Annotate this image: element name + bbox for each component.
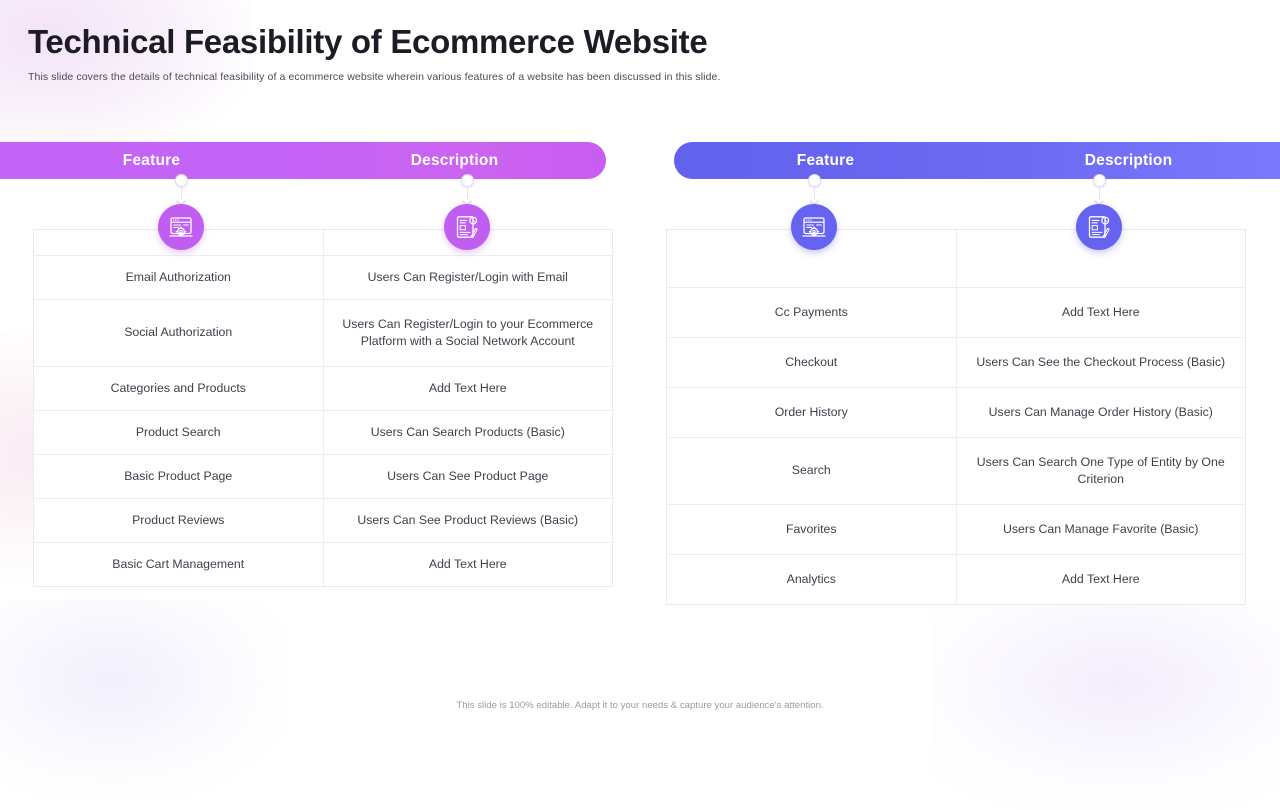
description-cell: Users Can Search Products (Basic) (323, 410, 613, 455)
table-row: Basic Cart Management Add Text Here (33, 542, 613, 587)
table-row: Social Authorization Users Can Register/… (33, 299, 613, 367)
feature-cell: Social Authorization (33, 299, 324, 367)
feature-cell: Search (666, 437, 957, 505)
description-cell: Users Can See Product Page (323, 454, 613, 499)
left-icon-row (0, 204, 606, 254)
table-row: Product Reviews Users Can See Product Re… (33, 498, 613, 543)
slide-footer-note: This slide is 100% editable. Adapt it to… (456, 700, 824, 711)
connector-dot-icon (460, 174, 474, 187)
description-cell: Users Can Manage Favorite (Basic) (956, 504, 1246, 555)
description-cell: Add Text Here (428, 556, 507, 571)
feature-cell: Basic Cart Management (33, 542, 324, 587)
description-cell: Users Can Register/Login to your Ecommer… (323, 299, 613, 367)
table-row: Search Users Can Search One Type of Enti… (666, 437, 1246, 505)
connector-dot-icon (1092, 174, 1106, 187)
feature-cell: Cc Payments (666, 287, 957, 338)
table-row: Email Authorization Users Can Register/L… (33, 255, 613, 300)
left-header-feature: Feature (122, 151, 181, 169)
right-feature-table: Cc Payments Add Text Here Checkout Users… (666, 229, 1246, 605)
document-report-icon (1076, 204, 1122, 250)
connector-dot-icon (174, 174, 188, 187)
right-feature-panel: Feature Description Cc Payments Add Text… (666, 142, 1280, 605)
table-row: Analytics Add Text Here (666, 554, 1246, 605)
feature-cell: Analytics (666, 554, 957, 605)
feature-cell: Order History (666, 387, 957, 438)
right-table-header-bar: Feature Description (674, 142, 1280, 179)
connector-dot-icon (807, 174, 821, 187)
table-row: Order History Users Can Manage Order His… (666, 387, 1246, 438)
table-row: Product Search Users Can Search Products… (33, 410, 613, 455)
right-icon-row (674, 204, 1280, 254)
description-cell: Users Can Manage Order History (Basic) (956, 387, 1246, 438)
left-feature-table: Email Authorization Users Can Register/L… (33, 229, 613, 587)
description-cell: Add Text Here (956, 287, 1246, 338)
description-cell: Add Text Here (323, 366, 613, 411)
feature-cell: Basic Product Page (33, 454, 324, 499)
feature-cell: Email Authorization (33, 255, 324, 300)
description-cell: Users Can See the Checkout Process (Basi… (956, 337, 1246, 388)
left-table-header-bar: Feature Description (0, 142, 606, 179)
right-header-feature: Feature (796, 151, 855, 169)
document-report-icon (444, 204, 490, 250)
description-cell: Users Can See Product Reviews (Basic) (323, 498, 613, 543)
page-subtitle: This slide covers the details of technic… (28, 70, 721, 83)
left-feature-panel: Feature Description Email Authorization … (0, 142, 613, 587)
page-title: Technical Feasibility of Ecommerce Websi… (28, 23, 708, 60)
description-cell: Users Can Register/Login with Email (323, 255, 613, 300)
feature-cell: Categories and Products (33, 366, 324, 411)
browser-gear-icon (158, 204, 204, 250)
left-header-description: Description (410, 151, 499, 169)
browser-gear-icon (791, 204, 837, 250)
description-cell: Users Can Search One Type of Entity by O… (956, 437, 1246, 505)
feature-cell: Product Search (33, 410, 324, 455)
slide-header: Technical Feasibility of Ecommerce Websi… (0, 0, 1280, 83)
feature-cell: Favorites (666, 504, 957, 555)
description-cell: Add Text Here (1061, 571, 1140, 586)
table-row: Categories and Products Add Text Here (33, 366, 613, 411)
feature-cell: Checkout (666, 337, 957, 388)
table-row: Basic Product Page Users Can See Product… (33, 454, 613, 499)
table-row: Cc Payments Add Text Here (666, 287, 1246, 338)
table-row: Checkout Users Can See the Checkout Proc… (666, 337, 1246, 388)
right-header-description: Description (1084, 151, 1173, 169)
table-row: Favorites Users Can Manage Favorite (Bas… (666, 504, 1246, 555)
feature-cell: Product Reviews (33, 498, 324, 543)
